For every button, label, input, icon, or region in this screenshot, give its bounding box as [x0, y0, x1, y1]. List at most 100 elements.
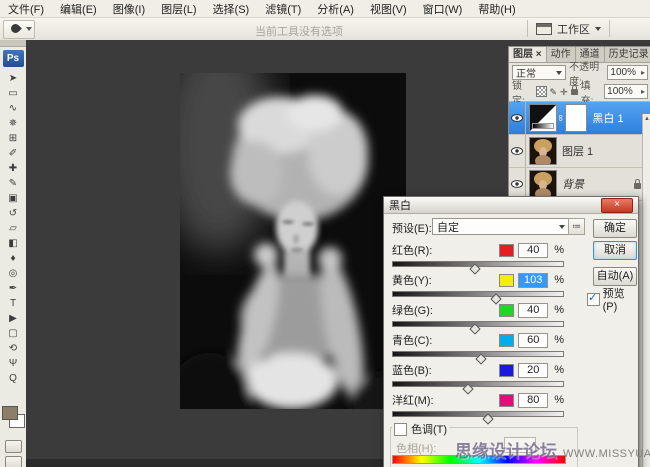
- options-bar: 当前工具没有选项 工作区: [0, 18, 650, 41]
- fill-input[interactable]: 100%▸: [604, 84, 648, 99]
- green-slider-track[interactable]: [392, 321, 564, 327]
- red-value-input[interactable]: 40: [518, 243, 548, 258]
- chevron-down-icon: [559, 225, 565, 229]
- move-tool[interactable]: ➤: [0, 71, 26, 86]
- tint-label: 色调(T): [411, 421, 447, 437]
- menu-item-2[interactable]: 编辑(E): [52, 0, 105, 18]
- preview-checkbox-row[interactable]: ✓ 预览(P): [587, 285, 638, 313]
- menu-item-7[interactable]: 分析(A): [309, 0, 362, 18]
- hand-tool[interactable]: Ψ: [0, 356, 26, 371]
- tab-history[interactable]: 历史记录: [605, 47, 650, 62]
- layer-name[interactable]: 黑白 1: [592, 110, 623, 126]
- dodge-tool[interactable]: ◎: [0, 266, 26, 281]
- blue-slider-track[interactable]: [392, 381, 564, 387]
- layer-thumbnail[interactable]: [529, 137, 557, 165]
- healing-brush-tool[interactable]: ✚: [0, 161, 26, 176]
- check-icon: ✓: [588, 291, 597, 304]
- close-icon[interactable]: ×: [536, 49, 542, 60]
- lock-transparency-icon[interactable]: [536, 86, 547, 97]
- magenta-slider-track[interactable]: [392, 411, 564, 417]
- menu-item-10[interactable]: 帮助(H): [470, 0, 523, 18]
- green-value-input[interactable]: 40: [518, 303, 548, 318]
- spinner-icon[interactable]: ▸: [641, 88, 645, 96]
- zoom-tool[interactable]: Q: [0, 371, 26, 386]
- quick-mask-button[interactable]: [5, 440, 22, 453]
- eyedropper-tool-preset[interactable]: [3, 20, 35, 39]
- panel-scrollbar[interactable]: ▲: [642, 114, 650, 467]
- rotate-view-tool[interactable]: ⟲: [0, 341, 26, 356]
- blue-value-input[interactable]: 20: [518, 363, 548, 378]
- blue-slider-row: 蓝色(B): 20 %: [392, 363, 564, 391]
- yellow-slider-track[interactable]: [392, 291, 564, 297]
- tool-options-hint: 当前工具没有选项: [255, 23, 343, 39]
- pen-tool[interactable]: ✒: [0, 281, 26, 296]
- clone-stamp-tool[interactable]: ▣: [0, 191, 26, 206]
- preset-select[interactable]: 自定: [432, 218, 570, 235]
- gradient-tool[interactable]: ◧: [0, 236, 26, 251]
- ok-button[interactable]: 确定: [593, 219, 637, 238]
- preset-options-icon[interactable]: ≔: [568, 218, 585, 235]
- tab-layers[interactable]: 图层 ×: [509, 47, 547, 62]
- type-tool[interactable]: T: [0, 296, 26, 311]
- photo-black-white-portrait[interactable]: [180, 73, 406, 409]
- history-brush-tool[interactable]: ↺: [0, 206, 26, 221]
- chevron-down-icon: [556, 71, 562, 75]
- layer-row-blackwhite-1[interactable]: ∞ 黑白 1: [509, 102, 650, 135]
- yellow-value-input[interactable]: 103: [518, 273, 548, 288]
- menu-item-5[interactable]: 选择(S): [205, 0, 258, 18]
- magenta-value-input[interactable]: 80: [518, 393, 548, 408]
- workspace-switcher[interactable]: 工作区: [527, 20, 610, 37]
- cancel-button[interactable]: 取消: [593, 241, 637, 260]
- lock-all-icon[interactable]: [571, 89, 578, 95]
- green-slider-row: 绿色(G): 40 %: [392, 303, 564, 331]
- dialog-close-button[interactable]: ×: [601, 198, 633, 213]
- path-selection-tool[interactable]: ▶: [0, 311, 26, 326]
- foreground-color-swatch[interactable]: [2, 406, 18, 420]
- menu-item-8[interactable]: 视图(V): [362, 0, 415, 18]
- adjustment-layer-thumbnail[interactable]: [529, 104, 557, 132]
- brush-tool[interactable]: ✎: [0, 176, 26, 191]
- menu-item-9[interactable]: 窗口(W): [415, 0, 471, 18]
- menu-item-3[interactable]: 图像(I): [105, 0, 153, 18]
- cyan-slider-track[interactable]: [392, 351, 564, 357]
- link-icon: ∞: [556, 115, 566, 121]
- marquee-tool[interactable]: ▭: [0, 86, 26, 101]
- lock-paint-icon[interactable]: ✎: [550, 87, 558, 97]
- dialog-title: 黑白: [389, 197, 411, 213]
- spinner-icon[interactable]: ▸: [641, 69, 645, 77]
- menu-item-1[interactable]: 文件(F): [0, 0, 52, 18]
- chevron-down-icon: [595, 27, 601, 31]
- crop-tool[interactable]: ⊞: [0, 131, 26, 146]
- magenta-slider-thumb[interactable]: [483, 413, 494, 424]
- screen-mode-button[interactable]: [5, 456, 22, 467]
- preview-checkbox[interactable]: ✓: [587, 293, 600, 306]
- auto-button[interactable]: 自动(A): [593, 267, 637, 286]
- layer-name[interactable]: 背景: [562, 176, 584, 192]
- visibility-toggle[interactable]: [509, 135, 526, 167]
- watermark-text-cn: 思缘设计论坛: [455, 437, 557, 462]
- blue-label: 蓝色(B):: [392, 362, 432, 378]
- palette-grip[interactable]: [0, 40, 26, 47]
- tint-checkbox[interactable]: [394, 423, 407, 436]
- layer-name[interactable]: 图层 1: [562, 143, 593, 159]
- workspace-icon: [536, 23, 552, 35]
- opacity-input[interactable]: 100%▸: [607, 65, 648, 80]
- layer-thumbnail[interactable]: [529, 170, 557, 198]
- blur-tool[interactable]: ♦: [0, 251, 26, 266]
- yellow-swatch: [499, 274, 514, 287]
- layer-row-layer-1[interactable]: 图层 1: [509, 135, 650, 168]
- shape-tool[interactable]: ▢: [0, 326, 26, 341]
- lasso-tool[interactable]: ∿: [0, 101, 26, 116]
- menu-item-4[interactable]: 图层(L): [153, 0, 204, 18]
- red-slider-track[interactable]: [392, 261, 564, 267]
- eyedropper-tool[interactable]: ✐: [0, 146, 26, 161]
- dialog-titlebar[interactable]: 黑白 ×: [384, 197, 638, 214]
- quick-selection-tool[interactable]: ✵: [0, 116, 26, 131]
- eraser-tool[interactable]: ▱: [0, 221, 26, 236]
- lock-position-icon[interactable]: ✛: [560, 87, 568, 97]
- menu-item-6[interactable]: 滤镜(T): [257, 0, 309, 18]
- layer-mask-thumbnail[interactable]: [565, 104, 587, 132]
- cyan-value-input[interactable]: 60: [518, 333, 548, 348]
- visibility-toggle[interactable]: [509, 102, 526, 134]
- tint-checkbox-row[interactable]: 色调(T): [392, 421, 449, 437]
